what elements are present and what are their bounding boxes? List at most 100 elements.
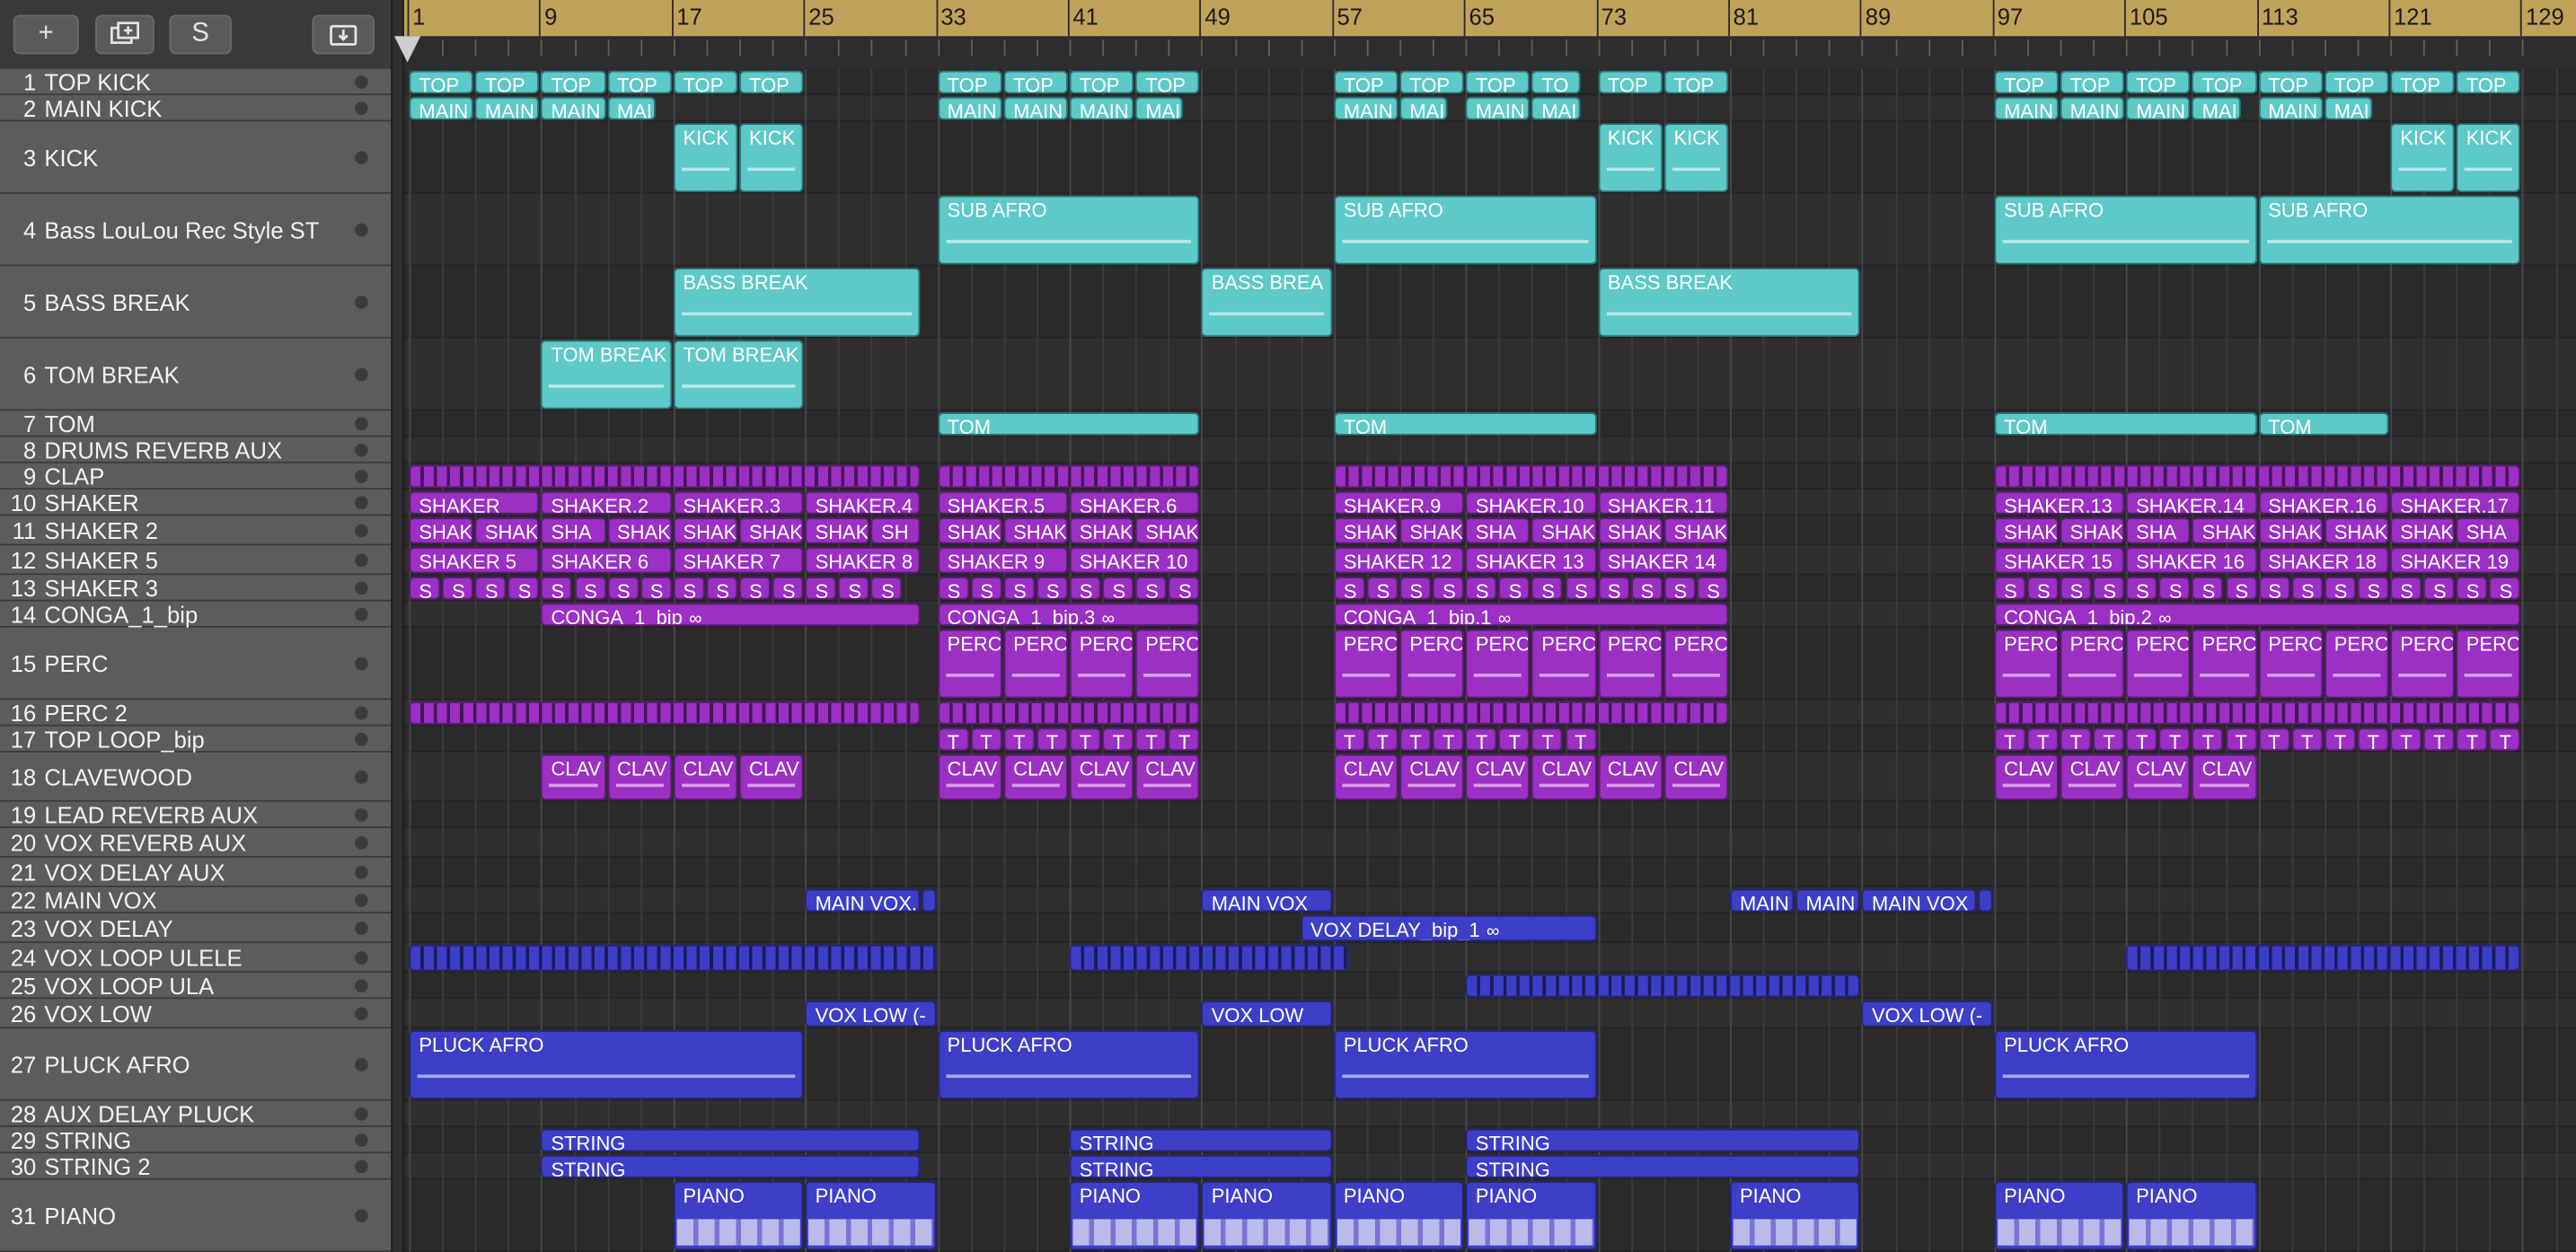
region[interactable]: T: [2258, 727, 2290, 752]
region[interactable]: MAIN: [1069, 96, 1134, 120]
region[interactable]: S: [1663, 577, 1696, 600]
record-enable-icon[interactable]: [355, 606, 368, 621]
region[interactable]: MAIN: [474, 96, 540, 120]
track-lane[interactable]: [403, 857, 2576, 887]
region[interactable]: SHAKER.13: [1994, 490, 2125, 515]
region[interactable]: KICK: [673, 123, 738, 193]
region[interactable]: TOP: [1994, 70, 2059, 94]
region[interactable]: MAI: [607, 96, 656, 120]
region[interactable]: BASS BREAK: [673, 268, 920, 338]
region[interactable]: [1333, 464, 1729, 489]
region[interactable]: MAIN: [1994, 96, 2059, 120]
region[interactable]: SHAKER 14: [1597, 547, 1729, 574]
region[interactable]: SHAKER 10: [1069, 547, 1200, 574]
region[interactable]: PERC: [2126, 629, 2191, 699]
region[interactable]: S: [1135, 577, 1168, 600]
record-enable-icon[interactable]: [355, 893, 368, 906]
region[interactable]: MAIN: [1795, 888, 1861, 913]
region[interactable]: T: [2192, 727, 2224, 752]
region[interactable]: STRING: [1069, 1128, 1333, 1152]
region[interactable]: [1069, 944, 1349, 972]
region[interactable]: TOP: [1399, 70, 1465, 94]
region[interactable]: TOP: [2126, 70, 2191, 94]
track-lane[interactable]: [403, 436, 2576, 463]
region[interactable]: SHAKER.3: [673, 490, 804, 515]
region[interactable]: CONGA_1_bip.2 ∞: [1994, 603, 2521, 627]
region[interactable]: [1465, 974, 1861, 998]
region[interactable]: SHAK: [2060, 517, 2125, 544]
track-header[interactable]: 15 PERC: [0, 627, 392, 701]
region[interactable]: SHAKER 6: [541, 547, 672, 574]
cycle-area[interactable]: 1 9 17 25 33 41 49 57 65 73 81 89 97 105 113 121 129: [403, 0, 2576, 37]
region[interactable]: S: [2158, 577, 2191, 600]
region[interactable]: T: [2126, 727, 2158, 752]
region[interactable]: SHAKER.5: [937, 490, 1068, 515]
track-header[interactable]: 1 TOP KICK: [0, 68, 392, 96]
track-lane[interactable]: [403, 999, 2576, 1029]
region[interactable]: STRING: [1465, 1155, 1861, 1178]
track-name[interactable]: SHAKER 2: [43, 516, 356, 542]
region[interactable]: PIANO: [1994, 1181, 2125, 1251]
region[interactable]: KICK: [2456, 123, 2521, 193]
duplicate-track-button[interactable]: [95, 14, 154, 55]
region[interactable]: SHAKER.6: [1069, 490, 1200, 515]
region[interactable]: SHAK: [805, 517, 870, 544]
region[interactable]: SH: [871, 517, 920, 544]
track-header[interactable]: 11 SHAKER 2: [0, 516, 392, 546]
region[interactable]: PERC: [1597, 629, 1663, 699]
track-header[interactable]: 20 VOX REVERB AUX: [0, 828, 392, 858]
region[interactable]: [937, 701, 1200, 725]
record-enable-icon[interactable]: [355, 295, 368, 309]
region[interactable]: SHAKER 16: [2126, 547, 2257, 574]
region[interactable]: T: [1069, 727, 1101, 752]
track-header[interactable]: 29 STRING: [0, 1126, 392, 1154]
track-header[interactable]: 24 VOX LOOP ULELE: [0, 943, 392, 974]
region[interactable]: SHAKER.2: [541, 490, 672, 515]
region[interactable]: SHAKER 18: [2258, 547, 2389, 574]
track-name[interactable]: BASS BREAK: [43, 288, 356, 314]
record-enable-icon[interactable]: [355, 1159, 368, 1173]
region[interactable]: PLUCK AFRO: [409, 1030, 804, 1099]
track-header[interactable]: 3 KICK: [0, 121, 392, 194]
region[interactable]: S: [1697, 577, 1729, 600]
region[interactable]: MAIN: [2060, 96, 2125, 120]
region[interactable]: PERC: [2390, 629, 2455, 699]
region[interactable]: TOP: [1333, 70, 1398, 94]
region[interactable]: S: [1333, 577, 1365, 600]
region[interactable]: CLAV: [1994, 754, 2059, 800]
record-enable-icon[interactable]: [355, 523, 368, 537]
region[interactable]: S: [1531, 577, 1564, 600]
region[interactable]: SUB AFRO: [2258, 195, 2521, 265]
region[interactable]: SHAK: [739, 517, 804, 544]
add-track-button[interactable]: +: [13, 14, 79, 55]
record-enable-icon[interactable]: [355, 552, 368, 567]
region[interactable]: STRING: [541, 1128, 920, 1152]
region[interactable]: S: [1565, 577, 1597, 600]
region[interactable]: S: [706, 577, 738, 600]
track-name[interactable]: STRING: [43, 1126, 356, 1152]
record-enable-icon[interactable]: [355, 469, 368, 482]
region[interactable]: SHAKER 12: [1333, 547, 1465, 574]
region[interactable]: S: [739, 577, 772, 600]
region[interactable]: TOP: [2456, 70, 2521, 94]
track-name[interactable]: VOX LOOP ULELE: [43, 944, 356, 970]
region[interactable]: [937, 464, 1200, 489]
track-name[interactable]: TOM BREAK: [43, 361, 356, 387]
region[interactable]: CLAV: [1003, 754, 1068, 800]
playhead-icon[interactable]: [393, 36, 421, 63]
region[interactable]: S: [1630, 577, 1663, 600]
region[interactable]: SHAK: [673, 517, 738, 544]
track-header[interactable]: 12 SHAKER 5: [0, 545, 392, 576]
region[interactable]: SHAKER 13: [1465, 547, 1597, 574]
region[interactable]: SHAK: [2324, 517, 2389, 544]
region[interactable]: S: [838, 577, 870, 600]
record-enable-icon[interactable]: [355, 1107, 368, 1120]
region[interactable]: MAIN: [1003, 96, 1068, 120]
region[interactable]: TOM: [937, 412, 1200, 436]
record-enable-icon[interactable]: [355, 75, 368, 88]
region[interactable]: PERC: [1333, 629, 1398, 699]
region[interactable]: MAI: [2324, 96, 2373, 120]
region[interactable]: SHAK: [1003, 517, 1068, 544]
region[interactable]: S: [541, 577, 573, 600]
track-lane[interactable]: [403, 1100, 2576, 1127]
